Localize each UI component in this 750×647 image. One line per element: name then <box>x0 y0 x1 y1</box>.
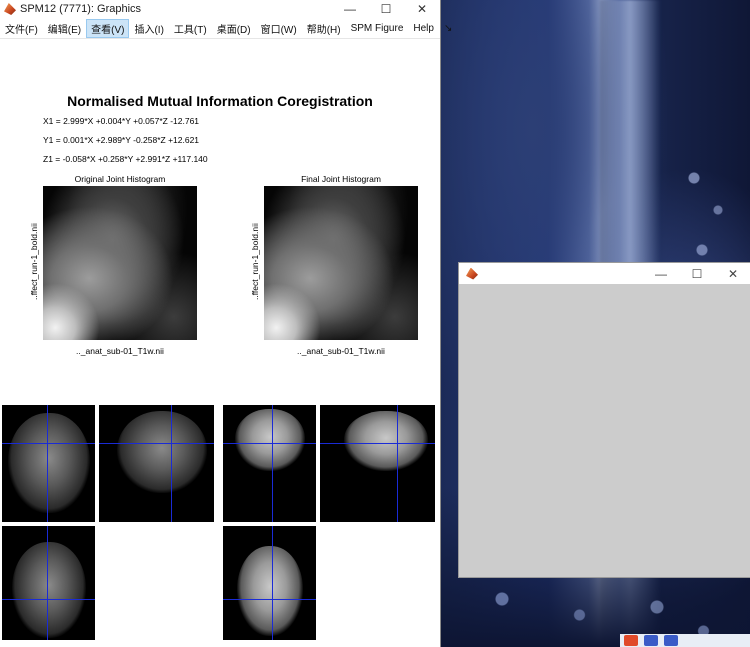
figure-close-button[interactable]: ✕ <box>715 263 750 284</box>
crosshair-horizontal <box>2 599 95 600</box>
minimize-button[interactable]: — <box>332 0 368 18</box>
crosshair-vertical <box>272 405 273 522</box>
original-joint-histogram <box>43 186 197 340</box>
equation-z1: Z1 = -0.058*X +0.258*Y +2.991*Z +117.140 <box>43 154 208 164</box>
maximize-button[interactable]: ☐ <box>368 0 404 18</box>
crosshair-horizontal <box>223 443 316 444</box>
menu-desktop[interactable]: 桌面(D) <box>212 19 256 38</box>
figure-heading: Normalised Mutual Information Coregistra… <box>67 93 373 109</box>
final-histogram-ylabel: ..ffect_run-1_bold.nii <box>250 223 260 300</box>
final-histogram-xlabel: .._anat_sub-01_T1w.nii <box>297 346 385 356</box>
epi-coronal-view[interactable] <box>223 405 316 522</box>
original-histogram-title: Original Joint Histogram <box>74 174 166 184</box>
final-histogram-title: Final Joint Histogram <box>301 174 381 184</box>
menu-view[interactable]: 查看(V) <box>86 18 130 38</box>
taskbar-tray <box>620 634 750 647</box>
epi-sagittal-view[interactable] <box>320 405 435 522</box>
crosshair-horizontal <box>320 443 435 444</box>
crosshair-vertical <box>171 405 172 522</box>
matlab-logo-icon <box>4 3 16 15</box>
original-histogram-xlabel: .._anat_sub-01_T1w.nii <box>76 346 164 356</box>
epi-axial-view[interactable] <box>223 526 316 640</box>
crosshair-vertical <box>47 405 48 522</box>
final-joint-histogram <box>264 186 418 340</box>
histogram-density <box>264 186 418 340</box>
figure-titlebar[interactable]: — ☐ ✕ <box>459 263 750 284</box>
crosshair-vertical <box>272 526 273 640</box>
menu-tools[interactable]: 工具(T) <box>169 19 212 38</box>
menu-help[interactable]: Help <box>408 21 439 36</box>
anat-coronal-view[interactable] <box>2 405 95 522</box>
crosshair-vertical <box>397 405 398 522</box>
keyboard-icon[interactable] <box>644 635 658 646</box>
close-button[interactable]: ✕ <box>404 0 440 18</box>
sogou-ime-icon[interactable] <box>624 635 638 646</box>
histogram-density <box>43 186 197 340</box>
menu-spm-figure[interactable]: SPM Figure <box>346 21 409 36</box>
menu-overflow-icon[interactable]: ↘ <box>439 21 457 36</box>
menu-window[interactable]: 窗口(W) <box>256 19 302 38</box>
figure-minimize-button[interactable]: — <box>643 263 679 284</box>
tray-app-icon[interactable] <box>664 635 678 646</box>
equation-x1: X1 = 2.999*X +0.004*Y +0.057*Z -12.761 <box>43 116 200 126</box>
menu-insert[interactable]: 插入(I) <box>129 19 168 38</box>
anat-axial-view[interactable] <box>2 526 95 640</box>
crosshair-horizontal <box>2 443 95 444</box>
window-titlebar[interactable]: SPM12 (7771): Graphics — ☐ ✕ <box>0 0 440 18</box>
menu-file[interactable]: 文件(F) <box>0 19 43 38</box>
figure-maximize-button[interactable]: ☐ <box>679 263 715 284</box>
equation-y1: Y1 = 0.001*X +2.989*Y -0.258*Z +12.621 <box>43 135 200 145</box>
blank-figure-window: — ☐ ✕ <box>458 262 750 578</box>
menu-help-cn[interactable]: 帮助(H) <box>302 19 346 38</box>
crosshair-horizontal <box>223 599 316 600</box>
crosshair-horizontal <box>99 443 214 444</box>
anat-sagittal-view[interactable] <box>99 405 214 522</box>
window-title: SPM12 (7771): Graphics <box>20 3 142 15</box>
crosshair-vertical <box>47 526 48 640</box>
original-histogram-ylabel: ..ffect_run-1_bold.nii <box>29 223 39 300</box>
matlab-logo-icon <box>466 267 478 280</box>
menu-edit[interactable]: 编辑(E) <box>43 19 86 38</box>
spm-graphics-window: SPM12 (7771): Graphics — ☐ ✕ 文件(F) 编辑(E)… <box>0 0 452 647</box>
menu-bar: 文件(F) 编辑(E) 查看(V) 插入(I) 工具(T) 桌面(D) 窗口(W… <box>0 18 452 39</box>
